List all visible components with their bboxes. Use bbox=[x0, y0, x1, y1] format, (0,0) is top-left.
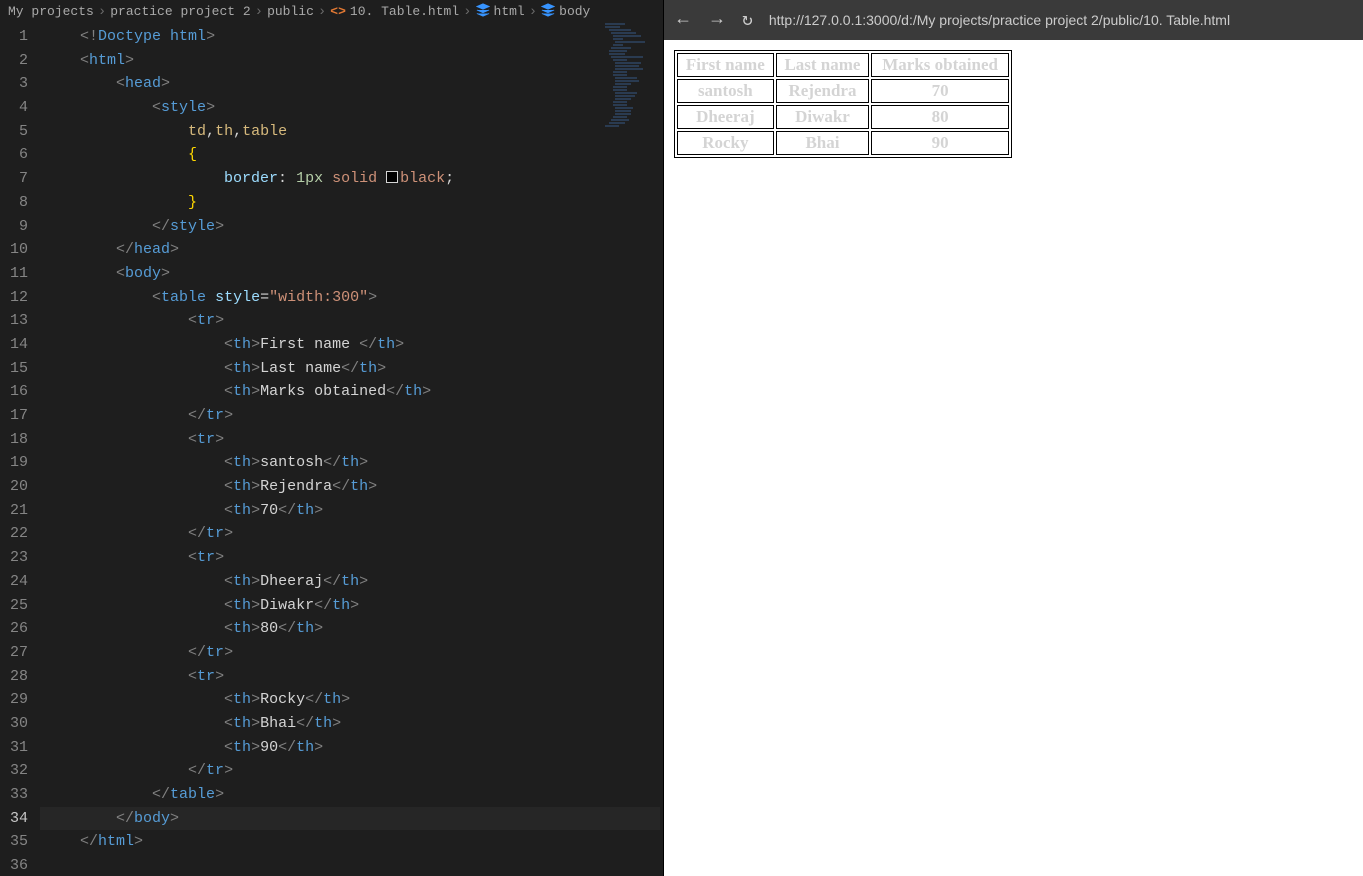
breadcrumbs: My projects › practice project 2 › publi… bbox=[0, 0, 663, 23]
breadcrumb-item[interactable]: public bbox=[267, 4, 314, 19]
table-header-cell: Marks obtained bbox=[871, 53, 1009, 77]
chevron-right-icon: › bbox=[463, 4, 471, 20]
chevron-right-icon: › bbox=[98, 4, 106, 20]
table-cell: santosh bbox=[677, 79, 774, 103]
preview-pane: ← → ↻ http://127.0.0.1:3000/d:/My projec… bbox=[663, 0, 1363, 876]
breadcrumb-item[interactable]: html bbox=[494, 4, 525, 19]
reload-button[interactable]: ↻ bbox=[742, 9, 753, 31]
chevron-right-icon: › bbox=[318, 4, 326, 20]
table-row: Dheeraj Diwakr 80 bbox=[677, 105, 1009, 129]
split-resize-handle[interactable] bbox=[661, 0, 664, 876]
preview-toolbar: ← → ↻ http://127.0.0.1:3000/d:/My projec… bbox=[664, 0, 1363, 40]
table-cell: Diwakr bbox=[776, 105, 870, 129]
preview-content: First name Last name Marks obtained sant… bbox=[664, 40, 1363, 876]
table-header-cell: First name bbox=[677, 53, 774, 77]
breadcrumb-item[interactable]: My projects bbox=[8, 4, 94, 19]
table-cell: 70 bbox=[871, 79, 1009, 103]
table-header-cell: Last name bbox=[776, 53, 870, 77]
table-row: Rocky Bhai 90 bbox=[677, 131, 1009, 155]
table-cell: 90 bbox=[871, 131, 1009, 155]
back-button[interactable]: ← bbox=[674, 10, 692, 30]
breadcrumb-item[interactable]: body bbox=[559, 4, 590, 19]
table-cell: Rocky bbox=[677, 131, 774, 155]
table-cell: Bhai bbox=[776, 131, 870, 155]
code-editor[interactable]: 1234567891011121314151617181920212223242… bbox=[0, 23, 663, 876]
forward-button[interactable]: → bbox=[708, 10, 726, 30]
breadcrumb-item[interactable]: 10. Table.html bbox=[350, 4, 459, 19]
table-cell: Rejendra bbox=[776, 79, 870, 103]
chevron-right-icon: › bbox=[255, 4, 263, 20]
html-file-icon: <> bbox=[330, 4, 346, 19]
element-icon bbox=[476, 3, 490, 21]
chevron-right-icon: › bbox=[529, 4, 537, 20]
element-icon bbox=[541, 3, 555, 21]
preview-table: First name Last name Marks obtained sant… bbox=[674, 50, 1012, 158]
breadcrumb-item[interactable]: practice project 2 bbox=[110, 4, 250, 19]
editor-pane: My projects › practice project 2 › publi… bbox=[0, 0, 663, 876]
table-row: santosh Rejendra 70 bbox=[677, 79, 1009, 103]
table-cell: Dheeraj bbox=[677, 105, 774, 129]
table-row: First name Last name Marks obtained bbox=[677, 53, 1009, 77]
url-bar[interactable]: http://127.0.0.1:3000/d:/My projects/pra… bbox=[769, 12, 1353, 28]
line-number-gutter: 1234567891011121314151617181920212223242… bbox=[0, 25, 44, 876]
table-cell: 80 bbox=[871, 105, 1009, 129]
code-content[interactable]: <!Doctype html> <html> <head> <style> td… bbox=[44, 25, 660, 876]
